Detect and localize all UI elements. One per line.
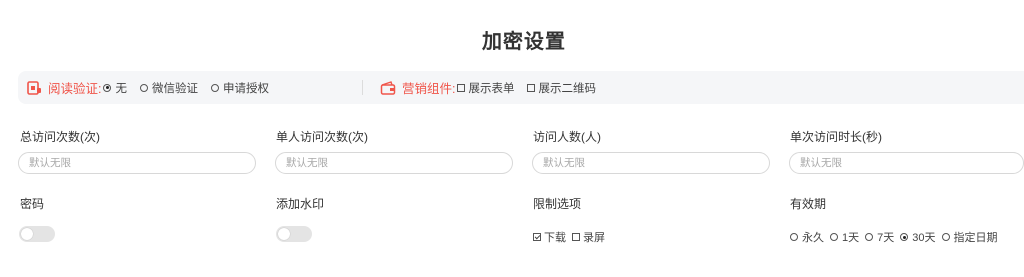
marketing-group: 营销组件: 展示表单 展示二维码: [380, 71, 609, 104]
radio-icon: [210, 83, 219, 92]
password-label: 密码: [20, 197, 45, 211]
option-label: 申请授权: [222, 82, 269, 95]
visitors-label: 访问人数(人): [533, 130, 601, 144]
single-duration-label: 单次访问时长(秒): [790, 130, 882, 144]
radio-icon: [139, 83, 148, 92]
validity-options: 永久 1天 7天 30天 指定日期: [790, 229, 1004, 245]
options-bar: 阅读验证: 无 微信验证 申请授权 营销组件: 展示表单 展示二维码: [18, 71, 1024, 104]
checkbox-icon: [572, 233, 580, 241]
option-label: 展示表单: [468, 82, 515, 95]
restrict-label: 限制选项: [533, 197, 582, 211]
radio-icon: [865, 233, 874, 241]
single-visits-label: 单人访问次数(次): [276, 130, 368, 144]
page-title: 加密设置: [482, 31, 566, 53]
marketing-label: 营销组件:: [402, 82, 456, 96]
checkbox-icon: [527, 83, 536, 92]
option-label: 录屏: [583, 232, 605, 244]
radio-icon: [103, 83, 112, 92]
restrict-option-download[interactable]: 下载: [533, 229, 566, 245]
read-verify-label: 阅读验证:: [48, 82, 102, 96]
total-visits-input[interactable]: [18, 152, 256, 174]
option-label: 7天: [877, 232, 895, 244]
option-label: 微信验证: [151, 82, 198, 95]
validity-option-1day[interactable]: 1天: [830, 229, 859, 245]
option-label: 永久: [802, 232, 824, 244]
option-label: 无: [115, 82, 127, 95]
option-label: 展示二维码: [538, 82, 596, 95]
radio-icon: [941, 233, 950, 241]
phone-lock-icon: [27, 80, 41, 95]
divider: [362, 80, 363, 95]
checkbox-icon: [457, 83, 466, 92]
visitors-input[interactable]: [532, 152, 770, 174]
validity-option-date[interactable]: 指定日期: [941, 229, 998, 245]
validity-label: 有效期: [790, 197, 827, 211]
watermark-toggle[interactable]: [276, 226, 312, 242]
marketing-option-form[interactable]: 展示表单: [457, 80, 514, 96]
radio-icon: [790, 233, 798, 241]
single-duration-input[interactable]: [789, 152, 1024, 174]
option-label: 30天: [912, 232, 936, 244]
restrict-option-record[interactable]: 录屏: [572, 229, 605, 245]
verify-option-apply[interactable]: 申请授权: [210, 80, 269, 96]
validity-option-7days[interactable]: 7天: [865, 229, 894, 245]
validity-option-forever[interactable]: 永久: [790, 229, 824, 245]
total-visits-label: 总访问次数(次): [20, 130, 100, 144]
option-label: 指定日期: [953, 232, 998, 244]
validity-option-30days[interactable]: 30天: [900, 229, 936, 245]
password-toggle[interactable]: [19, 226, 55, 242]
radio-icon: [830, 233, 838, 241]
option-label: 1天: [842, 232, 860, 244]
single-visits-input[interactable]: [275, 152, 513, 174]
wallet-icon: [380, 80, 396, 95]
read-verify-group: 阅读验证: 无 微信验证 申请授权: [26, 71, 282, 104]
verify-option-none[interactable]: 无: [103, 80, 127, 96]
toggle-knob: [278, 228, 290, 240]
option-label: 下载: [544, 232, 566, 244]
toggle-knob: [21, 228, 33, 240]
verify-option-wechat[interactable]: 微信验证: [139, 80, 198, 96]
watermark-label: 添加水印: [276, 197, 325, 211]
checkbox-icon: [533, 233, 541, 241]
restrict-options: 下载 录屏: [533, 229, 611, 245]
marketing-option-qrcode[interactable]: 展示二维码: [527, 80, 596, 96]
radio-icon: [900, 233, 909, 241]
